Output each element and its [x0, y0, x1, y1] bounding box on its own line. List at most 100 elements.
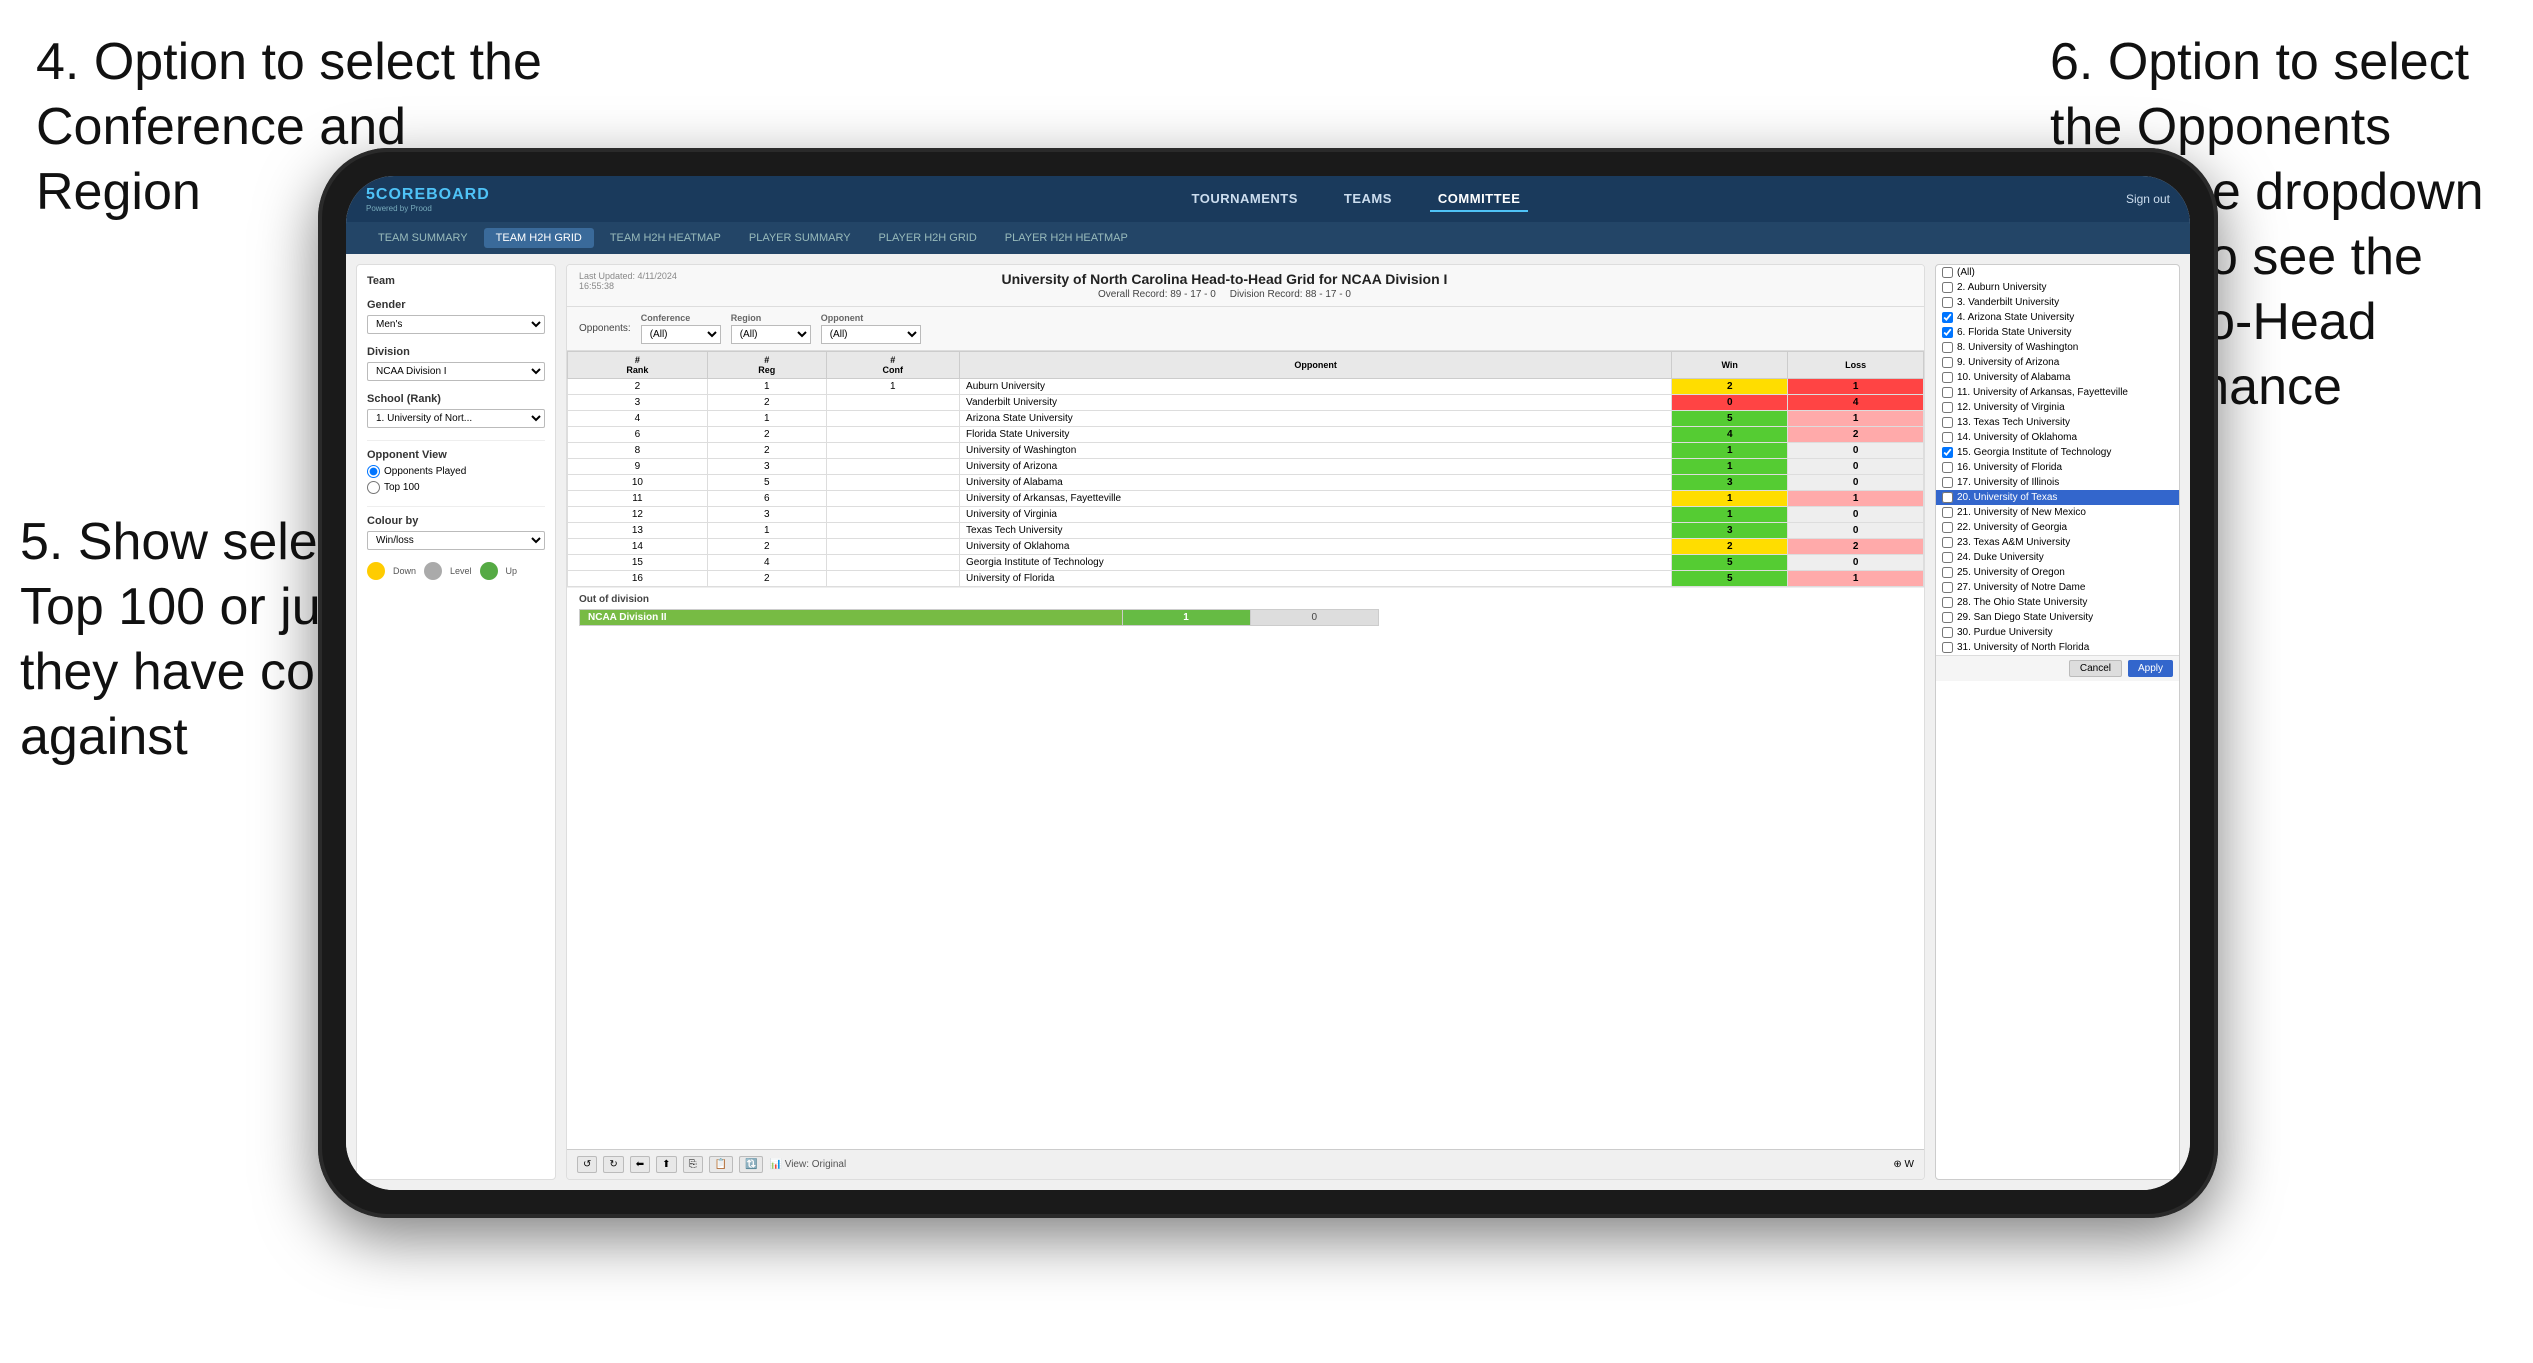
gender-select[interactable]: Men's Women's [367, 315, 545, 334]
td-win: 5 [1672, 555, 1788, 571]
forward-btn[interactable]: ⬆ [656, 1156, 676, 1173]
main-content: Team Gender Men's Women's Division NCAA … [346, 254, 2190, 1190]
nav-committee[interactable]: COMMITTEE [1430, 187, 1529, 212]
td-rank: 16 [568, 571, 708, 587]
th-win: Win [1672, 352, 1788, 379]
dropdown-opponent-item[interactable]: 24. Duke University [1936, 550, 2179, 565]
dropdown-opponent-item[interactable]: 22. University of Georgia [1936, 520, 2179, 535]
td-loss: 4 [1788, 395, 1924, 411]
sub-nav-team-h2h-grid[interactable]: TEAM H2H GRID [484, 228, 594, 248]
td-rank: 11 [568, 491, 708, 507]
out-div-row: NCAA Division II 1 0 [580, 610, 1379, 626]
sign-out-link[interactable]: Sign out [2126, 192, 2170, 206]
cancel-button[interactable]: Cancel [2069, 660, 2122, 677]
dropdown-opponent-item[interactable]: 29. San Diego State University [1936, 610, 2179, 625]
out-div-label: NCAA Division II [580, 610, 1123, 626]
colour-by-section: Colour by Win/loss [367, 515, 545, 550]
td-loss: 1 [1788, 571, 1924, 587]
opponents-played-radio[interactable]: Opponents Played [367, 465, 545, 478]
dropdown-opponent-item[interactable]: 23. Texas A&M University [1936, 535, 2179, 550]
td-reg: 2 [707, 395, 826, 411]
dropdown-opponent-item[interactable]: 8. University of Washington [1936, 340, 2179, 355]
dropdown-opponent-item[interactable]: 30. Purdue University [1936, 625, 2179, 640]
td-rank: 12 [568, 507, 708, 523]
dropdown-opponent-item[interactable]: 20. University of Texas [1936, 490, 2179, 505]
redo-btn[interactable]: ↻ [603, 1156, 623, 1173]
color-legend: Down Level Up [367, 562, 545, 580]
td-win: 0 [1672, 395, 1788, 411]
dropdown-opponent-item[interactable]: 16. University of Florida [1936, 460, 2179, 475]
opponent-dropdown-panel: (All) 2. Auburn University 3. Vanderbilt… [1935, 264, 2180, 1180]
undo-btn[interactable]: ↺ [577, 1156, 597, 1173]
dropdown-opponent-item[interactable]: 9. University of Arizona [1936, 355, 2179, 370]
th-reg: #Reg [707, 352, 826, 379]
dropdown-opponent-item[interactable]: 11. University of Arkansas, Fayetteville [1936, 385, 2179, 400]
sub-nav-team-summary[interactable]: TEAM SUMMARY [366, 228, 480, 248]
school-rank-select[interactable]: 1. University of Nort... [367, 409, 545, 428]
dropdown-opponent-item[interactable]: 10. University of Alabama [1936, 370, 2179, 385]
td-win: 1 [1672, 491, 1788, 507]
out-div-table: NCAA Division II 1 0 [579, 609, 1379, 626]
dropdown-opponent-item[interactable]: (All) [1936, 265, 2179, 280]
dropdown-opponent-item[interactable]: 31. University of North Florida [1936, 640, 2179, 655]
dropdown-opponent-item[interactable]: 25. University of Oregon [1936, 565, 2179, 580]
table-row: 6 2 Florida State University 4 2 [568, 427, 1924, 443]
app-header: 5COREBOARD Powered by Prood TOURNAMENTS … [346, 176, 2190, 222]
dropdown-opponent-item[interactable]: 2. Auburn University [1936, 280, 2179, 295]
td-opponent: University of Alabama [960, 475, 1672, 491]
dropdown-opponent-item[interactable]: 13. Texas Tech University [1936, 415, 2179, 430]
dropdown-opponent-item[interactable]: 6. Florida State University [1936, 325, 2179, 340]
dropdown-opponent-item[interactable]: 3. Vanderbilt University [1936, 295, 2179, 310]
nav-teams[interactable]: TEAMS [1336, 187, 1400, 212]
top-100-radio[interactable]: Top 100 [367, 481, 545, 494]
table-row: 10 5 University of Alabama 3 0 [568, 475, 1924, 491]
td-conf [826, 523, 959, 539]
dropdown-opponent-item[interactable]: 12. University of Virginia [1936, 400, 2179, 415]
opponent-select[interactable]: (All) [821, 325, 921, 344]
td-reg: 2 [707, 427, 826, 443]
right-section: Last Updated: 4/11/2024 16:55:38 Univers… [566, 264, 2180, 1180]
division-record: Division Record: 88 - 17 - 0 [1230, 289, 1351, 300]
region-select[interactable]: (All) [731, 325, 811, 344]
apply-button[interactable]: Apply [2128, 660, 2173, 677]
dropdown-opponent-item[interactable]: 17. University of Illinois [1936, 475, 2179, 490]
td-rank: 2 [568, 379, 708, 395]
td-reg: 6 [707, 491, 826, 507]
sub-nav-player-h2h-heatmap[interactable]: PLAYER H2H HEATMAP [993, 228, 1140, 248]
dropdown-opponent-item[interactable]: 4. Arizona State University [1936, 310, 2179, 325]
division-select[interactable]: NCAA Division I [367, 362, 545, 381]
dropdown-opponent-item[interactable]: 14. University of Oklahoma [1936, 430, 2179, 445]
refresh-btn[interactable]: 🔃 [739, 1156, 763, 1173]
nav-tournaments[interactable]: TOURNAMENTS [1184, 187, 1306, 212]
th-loss: Loss [1788, 352, 1924, 379]
td-loss: 1 [1788, 491, 1924, 507]
td-conf: 1 [826, 379, 959, 395]
zoom-label: ⊕ W [1893, 1159, 1914, 1170]
td-rank: 3 [568, 395, 708, 411]
up-dot [480, 562, 498, 580]
sub-nav-player-summary[interactable]: PLAYER SUMMARY [737, 228, 863, 248]
paste-btn[interactable]: 📋 [709, 1156, 733, 1173]
data-table-wrap[interactable]: #Rank #Reg #Conf Opponent Win Loss [567, 351, 1924, 1149]
copy-btn[interactable]: ⎘ [683, 1156, 703, 1173]
td-opponent: Florida State University [960, 427, 1672, 443]
logo-area: 5COREBOARD Powered by Prood [366, 186, 586, 213]
colour-by-select[interactable]: Win/loss [367, 531, 545, 550]
opponent-view-radios: Opponents Played Top 100 [367, 465, 545, 494]
dropdown-opponent-item[interactable]: 27. University of Notre Dame [1936, 580, 2179, 595]
th-opponent: Opponent [960, 352, 1672, 379]
dropdown-opponent-item[interactable]: 15. Georgia Institute of Technology [1936, 445, 2179, 460]
td-conf [826, 411, 959, 427]
dropdown-opponent-item[interactable]: 21. University of New Mexico [1936, 505, 2179, 520]
opponents-label: Opponents: [579, 323, 631, 334]
td-conf [826, 555, 959, 571]
back-btn[interactable]: ⬅ [630, 1156, 650, 1173]
main-grid-panel: Last Updated: 4/11/2024 16:55:38 Univers… [566, 264, 1925, 1180]
dropdown-opponent-item[interactable]: 28. The Ohio State University [1936, 595, 2179, 610]
td-win: 2 [1672, 379, 1788, 395]
td-opponent: University of Washington [960, 443, 1672, 459]
td-loss: 0 [1788, 475, 1924, 491]
sub-nav-team-h2h-heatmap[interactable]: TEAM H2H HEATMAP [598, 228, 733, 248]
conference-select[interactable]: (All) [641, 325, 721, 344]
sub-nav-player-h2h-grid[interactable]: PLAYER H2H GRID [867, 228, 989, 248]
